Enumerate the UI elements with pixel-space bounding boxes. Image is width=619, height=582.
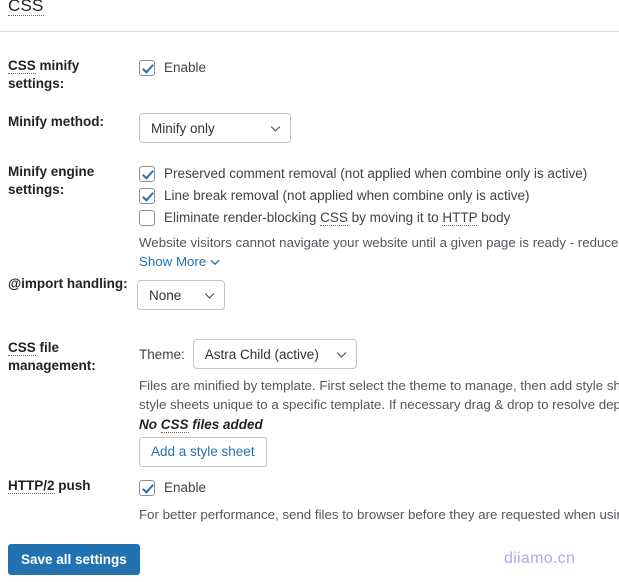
chevron-down-icon: [203, 289, 216, 302]
checkbox-label-enable: Enable: [164, 60, 207, 75]
label-abbr-css: CSS: [320, 210, 348, 226]
checkbox-icon-checked[interactable]: [139, 480, 155, 496]
save-all-settings-button[interactable]: Save all settings: [8, 544, 140, 575]
select-minify-method-value: Minify only: [151, 120, 215, 136]
label-import-handling: @import handling:: [8, 276, 128, 291]
show-more-label: Show More: [139, 254, 207, 269]
text-pre: Eliminate render-blocking: [164, 210, 321, 225]
field-import-handling: None: [137, 275, 619, 310]
checkbox-label-line-break-removal: Line break removal (not applied when com…: [164, 188, 530, 203]
label-minify-engine-settings: Minify engine settings:: [8, 164, 95, 197]
page-title: CSS: [8, 0, 44, 16]
description-css-file-management-line2: style sheets unique to a specific templa…: [139, 397, 619, 412]
label-abbr-css: CSS: [8, 58, 36, 74]
watermark: diiamo.cn: [504, 550, 576, 567]
add-style-sheet-button[interactable]: Add a style sheet: [139, 437, 267, 467]
theme-selector-group: Theme: Astra Child (active): [139, 339, 619, 369]
checkbox-label-preserved-comment-removal: Preserved comment removal (not applied w…: [164, 166, 588, 181]
label-abbr-css: CSS: [8, 340, 36, 356]
select-import-handling-value: None: [149, 287, 182, 303]
header-divider: [0, 31, 619, 32]
chevron-down-icon: [335, 348, 348, 361]
field-css-minify-settings: Enable: [139, 57, 619, 79]
checkbox-eliminate-render-blocking-css[interactable]: Eliminate render-blocking CSS by moving …: [139, 207, 619, 229]
empty-state-pre: No: [139, 417, 161, 432]
show-more-link[interactable]: Show More: [139, 252, 221, 271]
chevron-down-icon: [269, 122, 282, 135]
label-abbr-http2: HTTP/2: [8, 478, 55, 494]
checkbox-icon-unchecked[interactable]: [139, 210, 155, 226]
label-abbr-http: HTTP: [442, 210, 478, 226]
checkbox-preserved-comment-removal[interactable]: Preserved comment removal (not applied w…: [139, 163, 619, 185]
select-theme[interactable]: Astra Child (active): [192, 339, 357, 369]
label-abbr-css: CSS: [160, 417, 189, 433]
label-css-minify-settings: CSS minify settings:: [8, 57, 133, 93]
text-mid: by moving it to: [347, 210, 443, 225]
label-minify-method: Minify method:: [8, 114, 104, 129]
label-css-file-management: CSS file management:: [8, 339, 133, 375]
checkbox-icon-checked[interactable]: [139, 60, 155, 76]
empty-state-post: files added: [188, 417, 263, 432]
field-minify-engine-settings: Preserved comment removal (not applied w…: [139, 163, 619, 271]
select-minify-method[interactable]: Minify only: [139, 113, 291, 143]
page-title-abbr: CSS: [8, 0, 44, 16]
chevron-down-icon: [209, 256, 221, 268]
field-http2-push: Enable For better performance, send file…: [139, 477, 619, 524]
checkbox-icon-checked[interactable]: [139, 166, 155, 182]
checkbox-icon-checked[interactable]: [139, 188, 155, 204]
checkbox-http2-push-enable[interactable]: Enable: [139, 477, 619, 499]
empty-state-no-css-files: No CSS files added: [139, 417, 619, 433]
field-minify-method: Minify only: [139, 113, 619, 143]
checkbox-css-minify-enable[interactable]: Enable: [139, 57, 619, 79]
checkbox-label-enable: Enable: [164, 480, 207, 495]
label-theme: Theme:: [139, 346, 185, 362]
description-http2-push: For better performance, send files to br…: [139, 507, 619, 522]
checkbox-line-break-removal[interactable]: Line break removal (not applied when com…: [139, 185, 619, 207]
select-import-handling[interactable]: None: [137, 280, 225, 310]
label-http2-push: HTTP/2 push: [8, 477, 133, 495]
checkbox-label-eliminate-render-blocking-css: Eliminate render-blocking CSS by moving …: [164, 210, 510, 226]
select-theme-value: Astra Child (active): [204, 346, 319, 362]
text-post: body: [477, 210, 511, 225]
field-css-file-management: Theme: Astra Child (active) Files are mi…: [139, 339, 619, 467]
label-http2-push-rest: push: [54, 478, 91, 493]
description-minify-engine: Website visitors cannot navigate your we…: [139, 235, 619, 250]
description-css-file-management-line1: Files are minified by template. First se…: [139, 378, 619, 393]
